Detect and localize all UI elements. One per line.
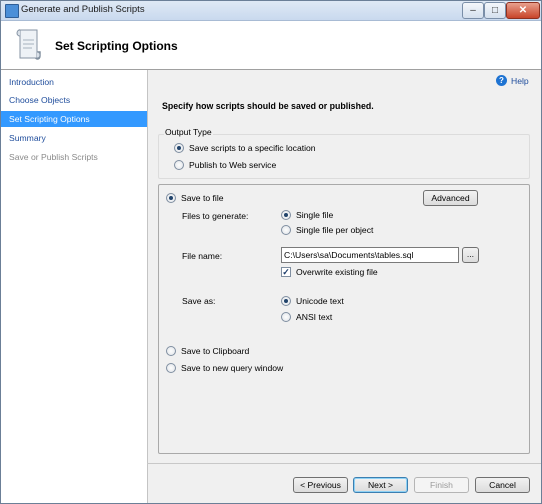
cancel-button[interactable]: Cancel [475,477,530,493]
page-title: Set Scripting Options [55,39,178,53]
footer-divider [147,463,541,464]
overwrite-checkbox[interactable]: ✓ [281,267,291,277]
single-file-per-object-label: Single file per object [296,225,374,235]
ansi-option[interactable]: ANSI text [281,312,332,322]
save-to-clipboard-radio[interactable] [166,346,176,356]
wizard-steps-sidebar: Introduction Choose Objects Set Scriptin… [1,70,148,503]
save-to-location-label: Save scripts to a specific location [189,143,316,153]
sidebar-item-set-scripting-options[interactable]: Set Scripting Options [1,111,147,127]
save-to-location-radio[interactable] [174,143,184,153]
finish-button: Finish [414,477,469,493]
instruction-text: Specify how scripts should be saved or p… [162,101,374,111]
wizard-window: Generate and Publish Scripts – □ ✕ Set S… [0,0,542,504]
single-file-radio[interactable] [281,210,291,220]
single-file-per-object-option[interactable]: Single file per object [281,225,373,235]
save-to-query-window-label: Save to new query window [181,363,284,373]
previous-button[interactable]: < Previous [293,477,348,493]
title-bar: Generate and Publish Scripts – □ ✕ [1,1,541,21]
save-to-file-option[interactable]: Save to file [166,193,224,203]
advanced-button[interactable]: Advanced [423,190,478,206]
window-title: Generate and Publish Scripts [21,4,145,15]
help-label: Help [511,75,529,86]
save-to-file-radio[interactable] [166,193,176,203]
script-scroll-icon [16,29,41,60]
save-as-label: Save as: [182,296,216,306]
publish-web-radio[interactable] [174,160,184,170]
minimize-button[interactable]: – [462,2,484,19]
save-to-clipboard-option[interactable]: Save to Clipboard [166,346,249,356]
close-button[interactable]: ✕ [506,2,540,19]
help-link[interactable]: ? Help [496,75,529,86]
ansi-label: ANSI text [296,312,333,322]
file-name-label: File name: [182,251,223,261]
ansi-radio[interactable] [281,312,291,322]
unicode-radio[interactable] [281,296,291,306]
single-file-per-object-radio[interactable] [281,225,291,235]
sidebar-item-choose-objects[interactable]: Choose Objects [1,92,147,108]
app-icon [5,4,19,18]
save-to-query-window-option[interactable]: Save to new query window [166,363,283,373]
publish-web-option[interactable]: Publish to Web service [174,160,276,170]
output-type-label: Output Type [164,127,213,137]
files-to-generate-label: Files to generate: [182,211,249,221]
save-to-query-window-radio[interactable] [166,363,176,373]
sidebar-item-save-or-publish: Save or Publish Scripts [9,152,98,162]
output-type-group [158,134,530,179]
sidebar-item-summary[interactable]: Summary [1,130,147,146]
overwrite-option[interactable]: ✓ Overwrite existing file [281,267,378,277]
file-name-input[interactable] [281,247,459,263]
help-icon: ? [496,75,507,86]
overwrite-label: Overwrite existing file [296,267,378,277]
single-file-label: Single file [296,210,334,220]
save-to-clipboard-label: Save to Clipboard [181,346,250,356]
browse-button[interactable]: ... [462,247,479,263]
save-to-file-label: Save to file [181,193,224,203]
maximize-button[interactable]: □ [484,2,506,19]
next-button[interactable]: Next > [353,477,408,493]
single-file-option[interactable]: Single file [281,210,333,220]
sidebar-item-introduction[interactable]: Introduction [1,74,147,90]
unicode-option[interactable]: Unicode text [281,296,344,306]
unicode-label: Unicode text [296,296,344,306]
wizard-header: Set Scripting Options [1,21,541,70]
save-to-location-option[interactable]: Save scripts to a specific location [174,143,316,153]
publish-web-label: Publish to Web service [189,160,277,170]
